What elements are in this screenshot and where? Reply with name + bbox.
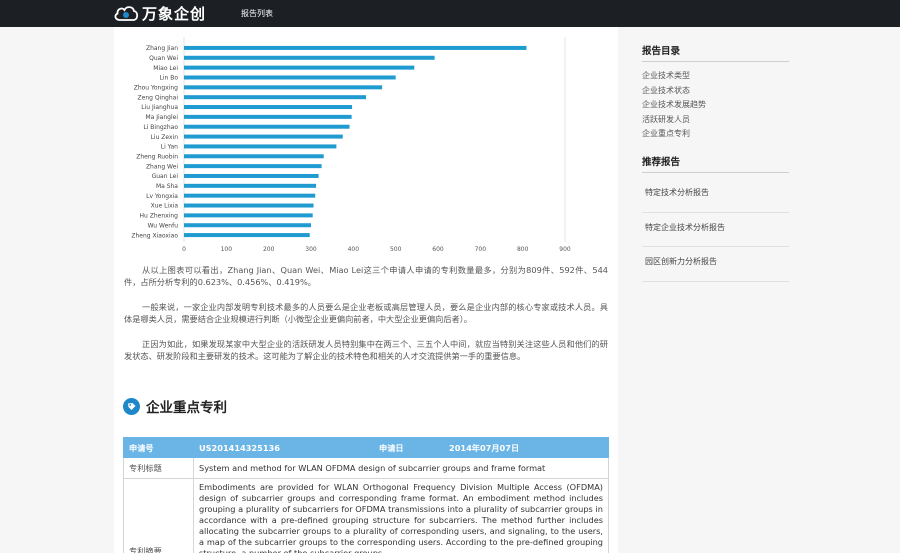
bar[interactable] [184, 213, 313, 218]
bar[interactable] [184, 65, 415, 70]
toc-item-tech-trend[interactable]: 企业技术发展趋势 [642, 99, 706, 110]
top-navigation-bar: 万象企创 报告列表 [0, 0, 900, 27]
bar[interactable] [184, 173, 319, 178]
cloud-logo-icon [114, 6, 139, 21]
analysis-paragraph-1: 从以上图表可以看出，Zhang Jian、Quan Wei、Miao Lei这三… [124, 265, 608, 287]
bar-chart-svg: Zhang Jian Quan Wei Miao Lei Lin Bo Zhou Yon… [131, 37, 571, 253]
recommended-report-tech[interactable]: 特定技术分析报告 [642, 187, 789, 198]
bar[interactable] [184, 95, 367, 100]
y-tick-label: Zeng Qinghai [138, 94, 179, 101]
patent-abstract-row: 专利摘要 Embodiments are provided for WLAN O… [123, 478, 609, 553]
toc-item-active-inventors[interactable]: 活跃研发人员 [642, 114, 690, 125]
active-inventors-chart: Zhang Jian Quan Wei Miao Lei Lin Bo Zhou Yon… [114, 35, 618, 275]
x-tick-label: 100 [221, 246, 233, 253]
bar[interactable] [184, 144, 337, 149]
application-number-label: 申请号 [123, 437, 194, 458]
bar[interactable] [184, 233, 310, 238]
y-tick-label: Lv Yongxia [146, 193, 178, 200]
application-date-value: 2014年07月07日 [443, 437, 609, 458]
brand-logo[interactable]: 万象企创 [113, 2, 206, 24]
patent-title-label: 专利标题 [123, 457, 194, 479]
y-tick-label: Li Yan [161, 144, 178, 151]
bar[interactable] [184, 193, 316, 198]
y-tick-label: Hu Zhenxing [140, 213, 179, 220]
x-tick-label: 500 [390, 246, 402, 253]
x-tick-label: 600 [432, 246, 444, 253]
y-tick-label: Ma Sha [156, 183, 178, 190]
y-tick-label: Quan Wei [149, 55, 178, 62]
recommended-separator [642, 246, 789, 247]
bar[interactable] [184, 45, 527, 50]
patent-abstract-value: Embodiments are provided for WLAN Orthog… [193, 478, 609, 553]
y-tick-label: Liu Jianghua [141, 104, 178, 111]
analysis-paragraph-3: 正因为如此，如果发现某家中大型企业的活跃研发人员特别集中在两三个、三五个人中间，… [124, 339, 608, 361]
y-tick-label: Zhang Jian [146, 45, 178, 52]
x-tick-label: 700 [475, 246, 487, 253]
y-tick-label: Wu Wenfu [148, 222, 179, 229]
application-number-value: US201414325136 [193, 437, 374, 458]
recommended-report-park[interactable]: 园区创新力分析报告 [642, 256, 789, 267]
section-title: 企业重点专利 [146, 400, 227, 416]
toc-title: 报告目录 [642, 46, 681, 57]
recommended-report-enterprise[interactable]: 特定企业技术分析报告 [642, 222, 789, 233]
bar[interactable] [184, 223, 311, 228]
brand-name: 万象企创 [142, 4, 207, 23]
toc-item-tech-type[interactable]: 企业技术类型 [642, 70, 690, 81]
x-tick-label: 900 [559, 246, 571, 253]
toc-item-key-patents[interactable]: 企业重点专利 [642, 128, 690, 139]
recommended-divider [642, 172, 789, 173]
recommended-separator [642, 281, 789, 282]
bar[interactable] [184, 164, 322, 169]
bar[interactable] [184, 75, 396, 80]
toc-divider [642, 61, 789, 62]
tag-icon [123, 397, 140, 415]
bar[interactable] [184, 154, 324, 159]
key-patents-heading: 企业重点专利 [123, 396, 227, 416]
toc-item-tech-status[interactable]: 企业技术状态 [642, 85, 690, 96]
y-tick-label: Zheng Xiaoxiao [131, 232, 178, 239]
bar[interactable] [184, 105, 353, 110]
y-tick-label: Zheng Ruobin [136, 153, 178, 160]
bar[interactable] [184, 203, 314, 208]
bar[interactable] [184, 134, 343, 139]
bar[interactable] [184, 124, 350, 129]
y-tick-label: Zhou Yongxing [134, 85, 178, 92]
patent-header-row: 申请号 US201414325136 申请日 2014年07月07日 [123, 437, 609, 458]
patent-abstract-label: 专利摘要 [123, 478, 194, 553]
bar[interactable] [184, 114, 352, 119]
y-tick-label: Guan Lei [152, 173, 179, 180]
x-tick-label: 0 [182, 246, 186, 253]
patent-title-row: 专利标题 System and method for WLAN OFDMA de… [123, 457, 609, 479]
y-tick-label: Zhang Wei [146, 163, 178, 170]
nav-report-list-link[interactable]: 报告列表 [241, 8, 273, 19]
key-patent-table: 申请号 US201414325136 申请日 2014年07月07日 专利标题 … [123, 437, 609, 553]
report-main-panel: Zhang Jian Quan Wei Miao Lei Lin Bo Zhou Yon… [114, 27, 618, 553]
x-tick-label: 400 [348, 246, 360, 253]
recommended-separator [642, 212, 789, 213]
bar[interactable] [184, 55, 435, 60]
y-tick-label: Li Bingzhao [143, 124, 178, 131]
x-tick-label: 200 [263, 246, 275, 253]
bar[interactable] [184, 183, 317, 188]
y-tick-label: Miao Lei [153, 65, 178, 72]
y-tick-label: Lin Bo [159, 75, 178, 82]
application-date-label: 申请日 [373, 437, 444, 458]
analysis-paragraph-2: 一般来说，一家企业内部发明专利技术最多的人员要么是企业老板或高层管理人员，要么是… [124, 302, 608, 324]
bar[interactable] [184, 85, 383, 90]
y-tick-label: Ma Jianglei [145, 114, 178, 121]
y-tick-label: Xue Lixia [151, 203, 179, 210]
x-tick-label: 800 [517, 246, 529, 253]
patent-title-value: System and method for WLAN OFDMA design … [193, 457, 609, 479]
x-tick-label: 300 [305, 246, 317, 253]
y-tick-label: Liu Zexin [151, 134, 179, 141]
recommended-title: 推荐报告 [642, 157, 681, 168]
